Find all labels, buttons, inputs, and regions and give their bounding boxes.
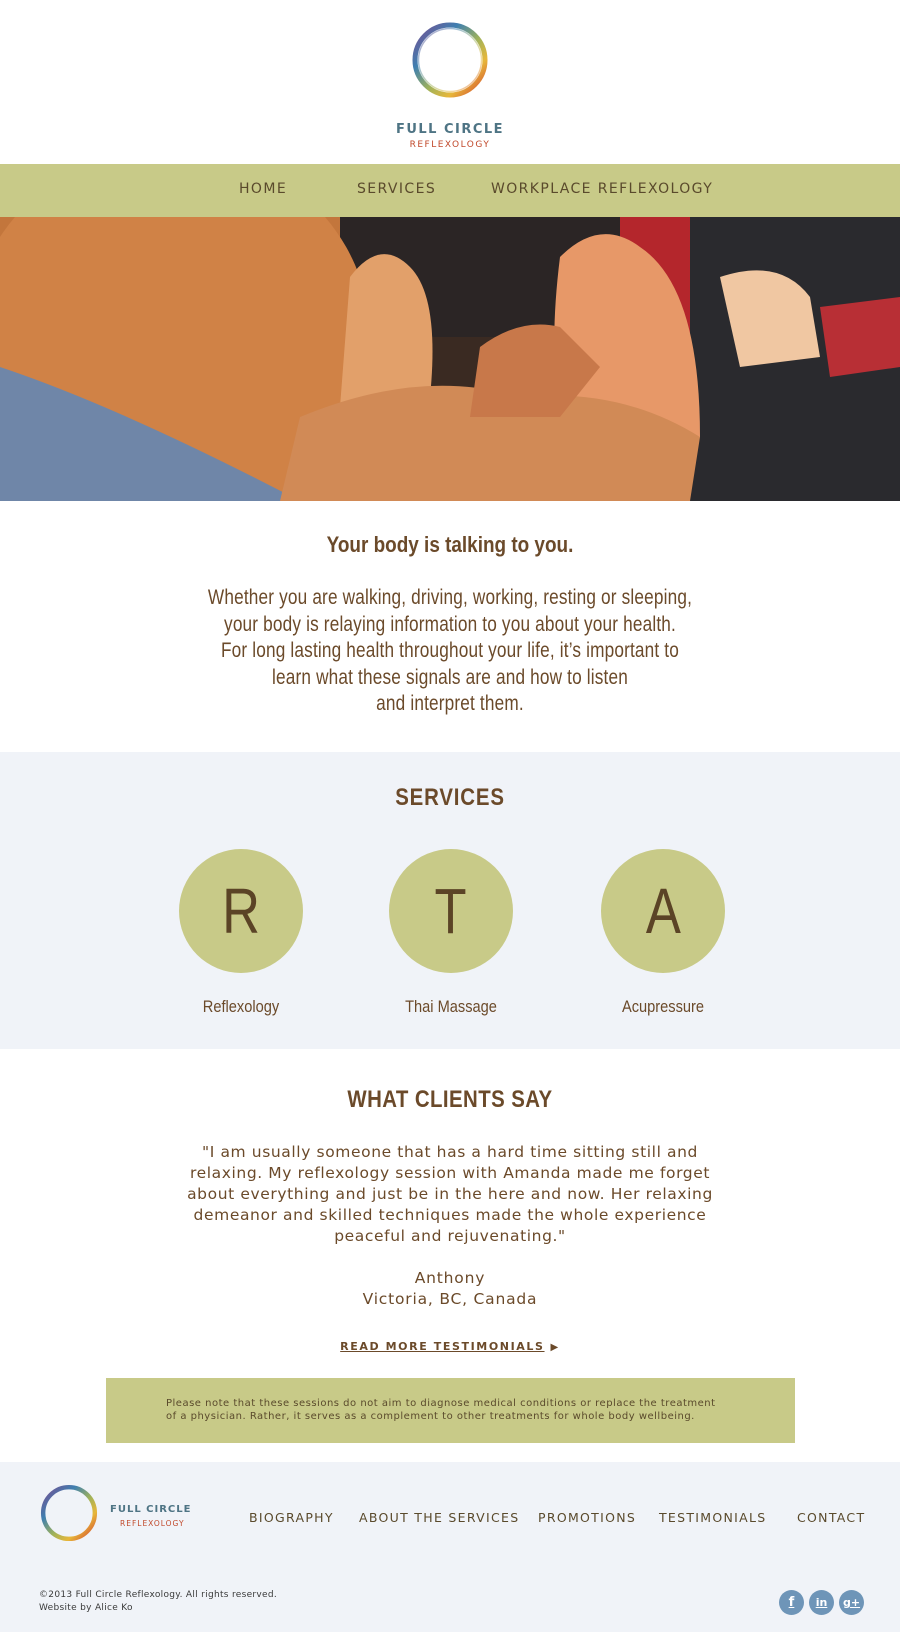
- service-circle[interactable]: A: [601, 849, 725, 973]
- service-reflexology[interactable]: R Reflexology: [179, 849, 303, 1016]
- full-circle-logo-icon[interactable]: [408, 18, 492, 102]
- disclaimer-text: Please note that these sessions do not a…: [166, 1398, 746, 1423]
- hero-photo-illustration: [0, 217, 900, 501]
- footer-brand-subtitle: REFLEXOLOGY: [120, 1519, 185, 1528]
- service-circle[interactable]: T: [389, 849, 513, 973]
- intro-heading: Your body is talking to you.: [326, 532, 574, 557]
- author-location: Victoria, BC, Canada: [362, 1290, 538, 1308]
- site-header: FULL CIRCLE REFLEXOLOGY: [0, 0, 900, 164]
- quote-line: peaceful and rejuvenating.": [334, 1227, 566, 1245]
- testimonial-author: Anthony Victoria, BC, Canada: [0, 1268, 900, 1310]
- footer-brand-name: FULL CIRCLE: [110, 1504, 192, 1515]
- nav-item-services[interactable]: SERVICES: [357, 181, 436, 197]
- service-label[interactable]: Acupressure: [575, 997, 750, 1017]
- play-arrow-icon: ▶: [550, 1342, 560, 1353]
- service-circle[interactable]: R: [179, 849, 303, 973]
- site-credit[interactable]: Website by Alice Ko: [39, 1602, 277, 1615]
- intro-line: For long lasting health throughout your …: [221, 639, 679, 662]
- footer-link-testimonials[interactable]: TESTIMONIALS: [659, 1510, 767, 1525]
- quote-line: "I am usually someone that has a hard ti…: [202, 1143, 698, 1161]
- testimonial-quote: "I am usually someone that has a hard ti…: [170, 1142, 730, 1247]
- read-more-label: READ MORE TESTIMONIALS: [340, 1340, 545, 1353]
- service-label[interactable]: Thai Massage: [363, 997, 538, 1017]
- copyright: ©2013 Full Circle Reflexology. All right…: [39, 1589, 277, 1615]
- main-nav: HOME SERVICES WORKPLACE REFLEXOLOGY: [0, 164, 900, 217]
- intro-line: Whether you are walking, driving, workin…: [207, 586, 693, 609]
- testimonials-heading: WHAT CLIENTS SAY: [347, 1086, 553, 1113]
- quote-line: relaxing. My reflexology session with Am…: [189, 1164, 711, 1182]
- nav-item-home[interactable]: HOME: [239, 181, 287, 197]
- hero-image: [0, 217, 900, 501]
- intro-paragraph: Whether you are walking, driving, workin…: [150, 585, 750, 718]
- services-heading: SERVICES: [395, 784, 505, 811]
- disclaimer-line: of a physician. Rather, it serves as a c…: [166, 1410, 695, 1422]
- brand-name: FULL CIRCLE: [395, 122, 505, 137]
- linkedin-icon[interactable]: in: [809, 1590, 834, 1615]
- service-acupressure[interactable]: A Acupressure: [601, 849, 725, 1016]
- read-more-testimonials-link[interactable]: READ MORE TESTIMONIALS ▶: [0, 1340, 900, 1353]
- intro-line: and interpret them.: [376, 692, 524, 715]
- intro-line: your body is relaying information to you…: [224, 612, 676, 636]
- footer-logo-icon[interactable]: [38, 1482, 100, 1544]
- footer-link-about-services[interactable]: ABOUT THE SERVICES: [359, 1510, 519, 1525]
- copyright-text: ©2013 Full Circle Reflexology. All right…: [39, 1590, 278, 1600]
- facebook-icon[interactable]: f: [779, 1590, 804, 1615]
- quote-line: about everything and just be in the here…: [187, 1185, 713, 1203]
- quote-line: demeanor and skilled techniques made the…: [193, 1206, 707, 1224]
- nav-item-workplace-reflexology[interactable]: WORKPLACE REFLEXOLOGY: [491, 181, 713, 197]
- disclaimer-banner: Please note that these sessions do not a…: [106, 1378, 795, 1443]
- footer-link-biography[interactable]: BIOGRAPHY: [249, 1510, 334, 1525]
- services-section: SERVICES R Reflexology T Thai Massage A …: [0, 752, 900, 1049]
- site-footer: FULL CIRCLE REFLEXOLOGY BIOGRAPHY ABOUT …: [0, 1462, 900, 1632]
- service-thai-massage[interactable]: T Thai Massage: [389, 849, 513, 1016]
- google-plus-icon[interactable]: g+: [839, 1590, 864, 1615]
- service-label[interactable]: Reflexology: [153, 997, 328, 1017]
- footer-link-promotions[interactable]: PROMOTIONS: [538, 1510, 636, 1525]
- disclaimer-line: Please note that these sessions do not a…: [166, 1398, 716, 1409]
- footer-link-contact[interactable]: CONTACT: [797, 1510, 865, 1525]
- author-name: Anthony: [414, 1269, 486, 1287]
- intro-line: learn what these signals are and how to …: [272, 665, 628, 689]
- brand-subtitle: REFLEXOLOGY: [409, 140, 491, 150]
